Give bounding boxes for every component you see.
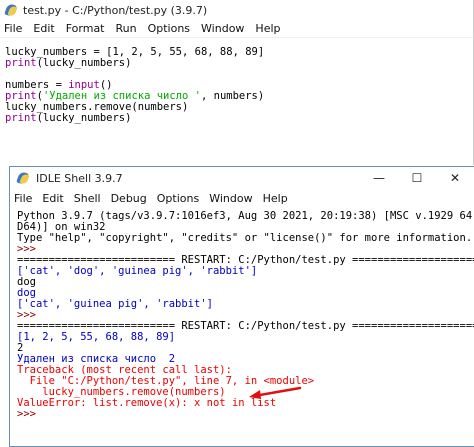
annotation-arrow-icon — [249, 386, 302, 399]
